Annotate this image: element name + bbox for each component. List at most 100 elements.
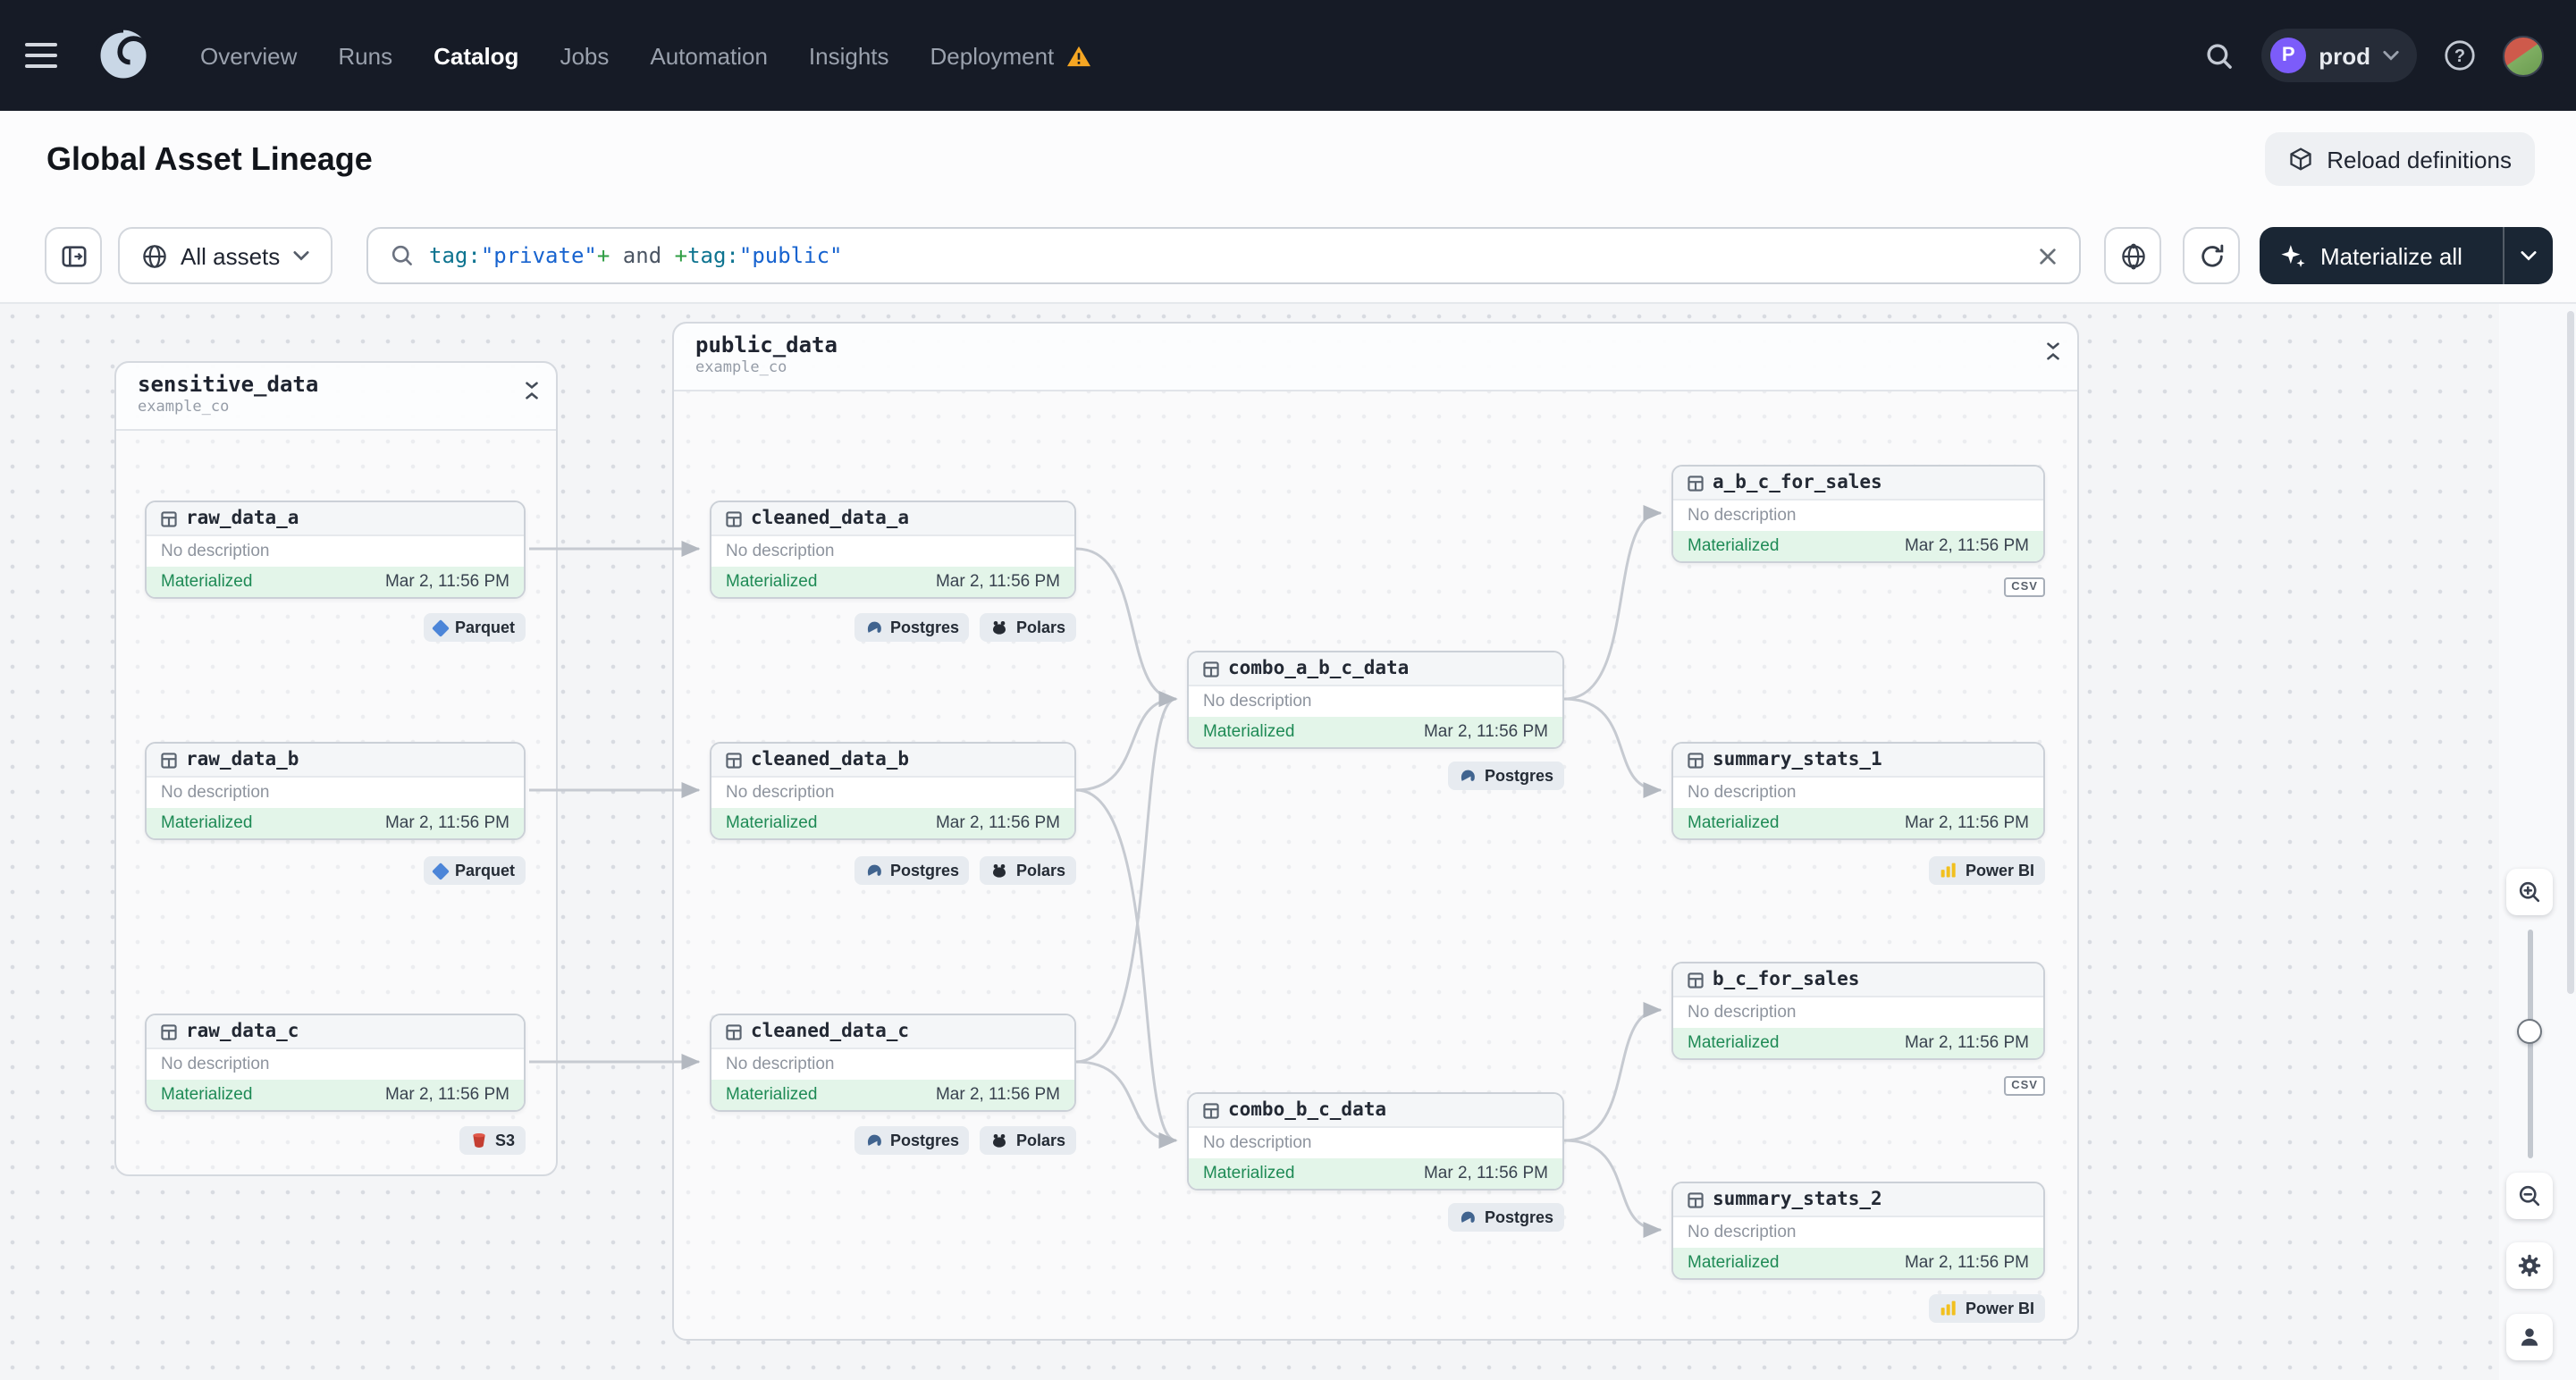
asset-node-a-b-c-for-sales[interactable]: a_b_c_for_sales No description Materiali… [1671, 465, 2045, 563]
kind-tag-parquet[interactable]: Parquet [424, 613, 526, 642]
table-icon [1203, 661, 1219, 677]
asset-description: No description [726, 1055, 835, 1074]
status-badge: Materialized [161, 813, 253, 833]
postgres-icon [1461, 1211, 1476, 1223]
svg-text:?: ? [2454, 46, 2465, 66]
asset-node-cleaned-data-c[interactable]: cleaned_data_c No description Materializ… [710, 1014, 1076, 1112]
asset-description: No description [726, 542, 835, 561]
polars-icon [993, 1134, 1006, 1148]
kind-tag-parquet[interactable]: Parquet [424, 856, 526, 885]
scrollbar-thumb[interactable] [2567, 311, 2574, 994]
deployment-switcher[interactable]: P prod [2261, 29, 2417, 82]
asset-node-summary-stats-2[interactable]: summary_stats_2 No description Materiali… [1671, 1182, 2045, 1280]
asset-description: No description [1688, 1003, 1797, 1022]
dagster-app: Overview Runs Catalog Jobs Automation In… [0, 0, 2576, 1380]
s3-icon [473, 1133, 485, 1148]
asset-node-combo-a-b-c-data[interactable]: combo_a_b_c_data No description Material… [1187, 651, 1564, 749]
user-avatar[interactable] [2503, 35, 2544, 76]
polars-icon [993, 864, 1006, 878]
kind-tag-postgres[interactable]: Postgres [854, 613, 970, 642]
page-header: Global Asset Lineage Reload definitions [0, 111, 2576, 207]
nav-overview[interactable]: Overview [200, 42, 297, 69]
asset-description: No description [1688, 1223, 1797, 1242]
code-location-icon [2289, 147, 2311, 171]
group-header: sensitive_data example_co [116, 363, 556, 431]
materialize-options-caret[interactable] [2503, 227, 2553, 284]
lineage-canvas[interactable]: sensitive_data example_co public_data ex… [0, 304, 2576, 1380]
search-icon [391, 245, 412, 265]
kind-tag-postgres[interactable]: Postgres [854, 856, 970, 885]
asset-node-raw-data-a[interactable]: raw_data_a No description Materialized Ma… [145, 501, 526, 599]
hamburger-menu-button[interactable] [25, 29, 79, 82]
zoom-slider-handle[interactable] [2517, 1019, 2542, 1044]
table-icon [161, 752, 177, 768]
kind-tag-postgres[interactable]: Postgres [1448, 762, 1564, 790]
help-button[interactable]: ? [2444, 39, 2476, 72]
nav-jobs[interactable]: Jobs [560, 42, 609, 69]
kind-tag-polars[interactable]: Polars [980, 613, 1076, 642]
toggle-sidebar-button[interactable] [45, 227, 102, 284]
graph-settings-button[interactable] [2506, 1242, 2553, 1289]
group-org: example_co [138, 399, 230, 417]
materialized-timestamp: Mar 2, 11:56 PM [935, 1085, 1060, 1105]
group-header: public_data example_co [674, 324, 2077, 391]
nav-deployment[interactable]: Deployment [930, 42, 1092, 69]
kind-tag-powerbi[interactable]: Power BI [1929, 1294, 2045, 1323]
kind-tag-powerbi[interactable]: Power BI [1929, 856, 2045, 885]
status-badge: Materialized [1203, 722, 1295, 742]
collapse-group-button[interactable] [2043, 341, 2063, 361]
nav-insights[interactable]: Insights [809, 42, 889, 69]
dagster-logo[interactable] [93, 25, 154, 86]
asset-description: No description [1203, 692, 1312, 711]
status-badge: Materialized [1688, 813, 1780, 833]
kind-tag-polars[interactable]: Polars [980, 856, 1076, 885]
zoom-in-button[interactable] [2506, 869, 2553, 915]
nav-runs[interactable]: Runs [338, 42, 392, 69]
user-preferences-button[interactable] [2506, 1314, 2553, 1360]
kind-tag-postgres[interactable]: Postgres [854, 1126, 970, 1155]
asset-node-raw-data-c[interactable]: raw_data_c No description Materialized Ma… [145, 1014, 526, 1112]
graph-view-button[interactable] [2104, 227, 2161, 284]
asset-description: No description [1688, 783, 1797, 803]
materialized-timestamp: Mar 2, 11:56 PM [1904, 813, 2029, 833]
asset-node-combo-b-c-data[interactable]: combo_b_c_data No description Materializ… [1187, 1092, 1564, 1191]
refresh-button[interactable] [2183, 227, 2240, 284]
kind-tag-polars[interactable]: Polars [980, 1126, 1076, 1155]
nav-catalog[interactable]: Catalog [434, 42, 518, 69]
table-icon [1203, 1102, 1219, 1118]
asset-selection-query: tag:"private"+ and +tag:"public" [429, 243, 843, 268]
asset-name: cleaned_data_b [751, 749, 910, 770]
kind-tag-csv[interactable]: CSV [2004, 1076, 2045, 1096]
polars-icon [993, 621, 1006, 635]
clear-query-button[interactable] [2038, 246, 2058, 265]
chevron-down-icon [2383, 50, 2399, 61]
materialized-timestamp: Mar 2, 11:56 PM [1423, 722, 1548, 742]
asset-node-cleaned-data-b[interactable]: cleaned_data_b No description Materializ… [710, 742, 1076, 840]
status-badge: Materialized [726, 572, 818, 592]
zoom-out-button[interactable] [2506, 1173, 2553, 1219]
zoom-slider-track[interactable] [2528, 930, 2533, 1158]
asset-name: b_c_for_sales [1713, 969, 1860, 990]
asset-name: raw_data_a [186, 508, 299, 529]
collapse-group-button[interactable] [522, 381, 542, 400]
materialize-all-button[interactable]: Materialize all [2260, 227, 2503, 284]
kind-tag-csv[interactable]: CSV [2004, 577, 2045, 597]
asset-scope-dropdown[interactable]: All assets [118, 227, 333, 284]
kind-tag-postgres[interactable]: Postgres [1448, 1203, 1564, 1232]
asset-node-summary-stats-1[interactable]: summary_stats_1 No description Materiali… [1671, 742, 2045, 840]
page-title: Global Asset Lineage [46, 141, 373, 177]
asset-node-b-c-for-sales[interactable]: b_c_for_sales No description Materialize… [1671, 962, 2045, 1060]
search-button[interactable] [2204, 40, 2235, 71]
asset-node-cleaned-data-a[interactable]: cleaned_data_a No description Materializ… [710, 501, 1076, 599]
materialized-timestamp: Mar 2, 11:56 PM [1904, 1033, 2029, 1053]
table-icon [1688, 475, 1704, 491]
asset-node-raw-data-b[interactable]: raw_data_b No description Materialized Ma… [145, 742, 526, 840]
asset-filter-input[interactable]: tag:"private"+ and +tag:"public" [366, 227, 2081, 284]
parquet-icon [433, 618, 450, 636]
nav-automation[interactable]: Automation [650, 42, 768, 69]
kind-tag-s3[interactable]: S3 [459, 1126, 526, 1155]
status-badge: Materialized [726, 813, 818, 833]
reload-definitions-button[interactable]: Reload definitions [2264, 132, 2535, 186]
lineage-toolbar: All assets tag:"private"+ and +tag:"publ… [0, 207, 2576, 304]
globe-icon [143, 244, 166, 267]
